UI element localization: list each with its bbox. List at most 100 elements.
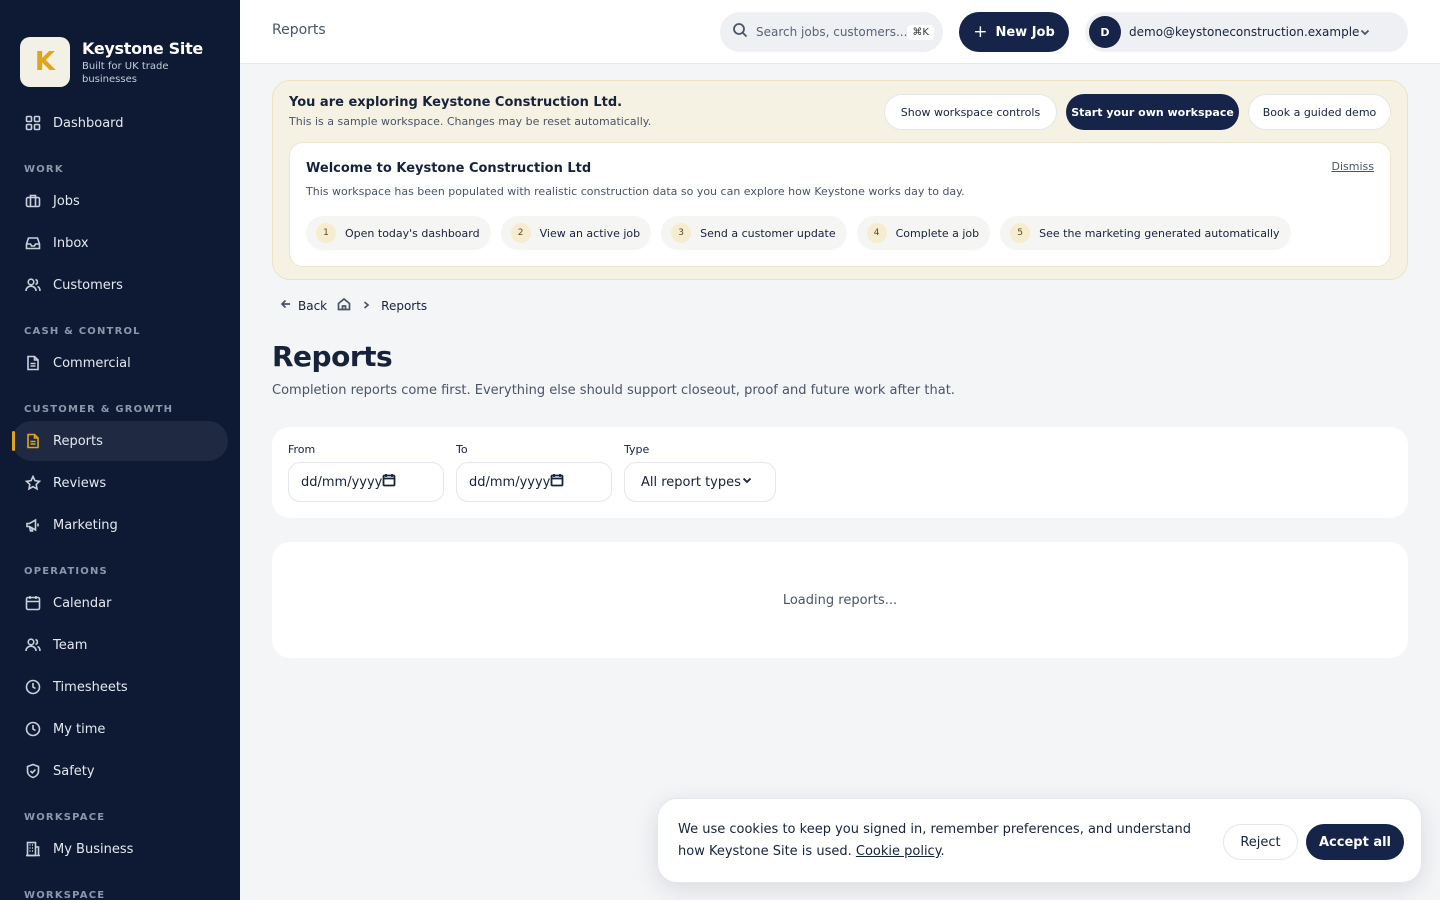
sidebar-item-my-time[interactable]: My time — [12, 709, 228, 749]
show-workspace-controls-button[interactable]: Show workspace controls — [884, 94, 1057, 130]
home-icon[interactable] — [337, 297, 351, 314]
nav-section-work: WORK — [24, 164, 64, 175]
sidebar-item-commercial[interactable]: Commercial — [12, 343, 228, 383]
loading-text: Loading reports... — [782, 592, 898, 608]
book-demo-button[interactable]: Book a guided demo — [1248, 94, 1391, 130]
sidebar-item-label: Customers — [53, 277, 123, 293]
search-icon — [732, 22, 748, 42]
sidebar-item-inbox[interactable]: Inbox — [12, 223, 228, 263]
users-icon — [24, 277, 41, 294]
sidebar-item-customers[interactable]: Customers — [12, 265, 228, 305]
nav-section-customer-growth: CUSTOMER & GROWTH — [24, 404, 174, 415]
start-workspace-button[interactable]: Start your own workspace — [1066, 94, 1239, 130]
search-input[interactable]: Search jobs, customers... ⌘K — [720, 12, 943, 52]
sidebar-item-label: Commercial — [53, 355, 131, 371]
nav-section-operations: OPERATIONS — [24, 566, 108, 577]
demo-banner: You are exploring Keystone Construction … — [272, 80, 1408, 280]
sidebar-item-reviews[interactable]: Reviews — [12, 463, 228, 503]
calendar-icon — [550, 473, 564, 491]
shield-icon — [24, 763, 41, 780]
step-see-marketing[interactable]: 5 See the marketing generated automatical… — [1000, 216, 1291, 250]
cookie-banner: We use cookies to keep you signed in, re… — [657, 798, 1422, 883]
cookie-policy-link[interactable]: Cookie policy — [856, 844, 941, 859]
welcome-title: Welcome to Keystone Construction Ltd — [306, 161, 592, 176]
topbar: Reports Search jobs, customers... ⌘K + N… — [240, 0, 1440, 64]
megaphone-icon — [24, 517, 41, 534]
to-label: To — [456, 443, 468, 456]
chevron-right-icon — [361, 299, 371, 313]
report-icon — [24, 433, 41, 450]
from-date-input[interactable]: dd/mm/yyyy — [288, 462, 444, 502]
from-label: From — [288, 443, 316, 456]
sidebar-item-label: Marketing — [53, 517, 118, 533]
document-icon — [24, 355, 41, 372]
new-job-button[interactable]: + New Job — [959, 12, 1069, 52]
sidebar-item-label: Calendar — [53, 595, 112, 611]
clock-icon — [24, 721, 41, 738]
breadcrumb-current: Reports — [381, 298, 428, 313]
chevron-down-icon — [741, 474, 753, 490]
brand-logo: K — [20, 37, 70, 87]
sidebar-item-reports[interactable]: Reports — [12, 421, 228, 461]
search-placeholder: Search jobs, customers... — [756, 25, 908, 39]
search-shortcut: ⌘K — [907, 24, 934, 40]
brand-tagline: Built for UK trade businesses — [82, 60, 169, 85]
user-email: demo@keystoneconstruction.example — [1129, 25, 1360, 39]
sidebar-item-timesheets[interactable]: Timesheets — [12, 667, 228, 707]
step-send-update[interactable]: 3 Send a customer update — [661, 216, 847, 250]
step-complete-job[interactable]: 4 Complete a job — [856, 216, 991, 250]
plus-icon: + — [973, 22, 988, 42]
breadcrumb: Back Reports — [280, 297, 427, 314]
sidebar-item-marketing[interactable]: Marketing — [12, 505, 228, 545]
report-type-select[interactable]: All report types — [624, 462, 776, 502]
sidebar-item-jobs[interactable]: Jobs — [12, 181, 228, 221]
nav-section-cash-control: CASH & CONTROL — [24, 326, 141, 337]
cookie-text: We use cookies to keep you signed in, re… — [678, 822, 1191, 859]
sidebar-item-label: Reviews — [53, 475, 107, 491]
brand-name: Keystone Site — [82, 38, 203, 58]
nav-section-workspace: WORKSPACE — [24, 812, 106, 823]
building-icon — [24, 841, 41, 858]
page-title: Reports — [272, 340, 393, 373]
dismiss-link[interactable]: Dismiss — [1332, 160, 1375, 173]
report-filters: From dd/mm/yyyy To dd/mm/yyyy Type All r… — [272, 427, 1408, 518]
banner-subtitle: This is a sample workspace. Changes may … — [289, 115, 652, 128]
sidebar-item-label: Timesheets — [53, 679, 128, 695]
to-date-input[interactable]: dd/mm/yyyy — [456, 462, 612, 502]
sidebar-item-label: Team — [53, 637, 88, 653]
welcome-card: Welcome to Keystone Construction Ltd Thi… — [289, 142, 1391, 267]
reject-cookies-button[interactable]: Reject — [1223, 824, 1298, 860]
grid-icon — [24, 115, 41, 132]
sidebar-item-dashboard[interactable]: Dashboard — [12, 103, 228, 143]
sidebar-item-label: Dashboard — [53, 115, 124, 131]
team-icon — [24, 637, 41, 654]
accept-cookies-button[interactable]: Accept all — [1306, 824, 1404, 860]
step-open-dashboard[interactable]: 1 Open today's dashboard — [306, 216, 491, 250]
back-button[interactable]: Back — [280, 298, 327, 313]
chevron-down-icon — [1359, 23, 1371, 42]
sidebar-item-label: My Business — [53, 841, 134, 857]
sidebar-item-calendar[interactable]: Calendar — [12, 583, 228, 623]
user-menu[interactable]: D demo@keystoneconstruction.example — [1085, 12, 1408, 52]
brand[interactable]: K Keystone Site Built for UK trade busin… — [0, 0, 240, 100]
calendar-icon — [382, 473, 396, 491]
sidebar-item-label: Safety — [53, 763, 95, 779]
avatar: D — [1089, 16, 1121, 48]
sidebar-item-label: Inbox — [53, 235, 89, 251]
type-label: Type — [624, 443, 650, 456]
welcome-subtitle: This workspace has been populated with r… — [306, 185, 965, 198]
reports-list: Loading reports... — [272, 542, 1408, 658]
onboarding-steps: 1 Open today's dashboard 2 View an active … — [306, 216, 1291, 250]
sidebar-item-my-business[interactable]: My Business — [12, 829, 228, 869]
banner-title: You are exploring Keystone Construction … — [289, 95, 623, 110]
sidebar-item-safety[interactable]: Safety — [12, 751, 228, 791]
page-subtitle: Completion reports come first. Everythin… — [272, 383, 955, 398]
sidebar-item-label: Reports — [53, 433, 103, 449]
arrow-left-icon — [280, 298, 292, 313]
clock-icon — [24, 679, 41, 696]
briefcase-icon — [24, 193, 41, 210]
sidebar: K Keystone Site Built for UK trade busin… — [0, 0, 240, 900]
step-view-job[interactable]: 2 View an active job — [500, 216, 652, 250]
sidebar-item-team[interactable]: Team — [12, 625, 228, 665]
sidebar-item-label: My time — [53, 721, 106, 737]
